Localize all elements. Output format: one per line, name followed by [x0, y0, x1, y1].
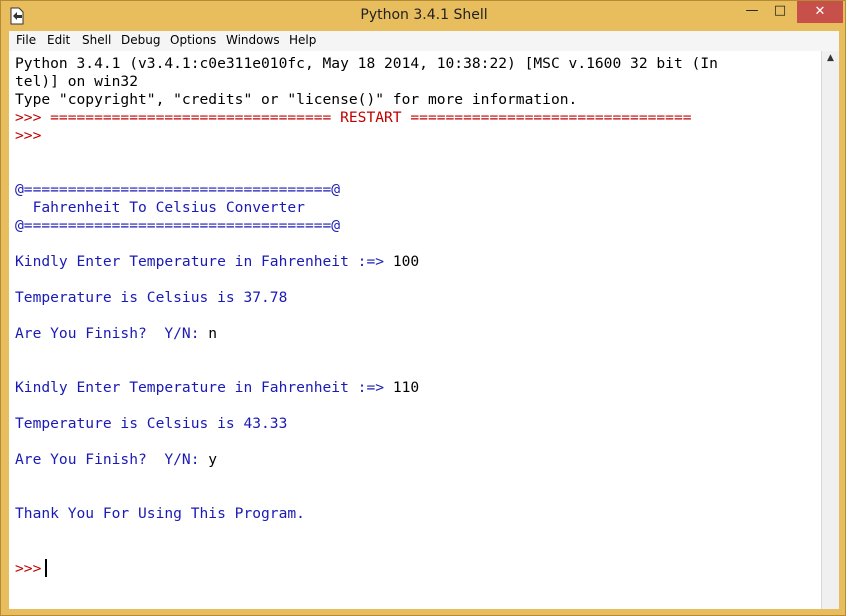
restart-line: >>> ================================ RES…	[15, 109, 692, 126]
maximize-button[interactable]: □	[767, 1, 793, 23]
final-prompt-line[interactable]: >>>	[15, 559, 48, 578]
menu-debug[interactable]: Debug	[121, 33, 160, 47]
input-line-2: Kindly Enter Temperature in Fahrenheit :…	[15, 379, 419, 397]
finish-line-1: Are You Finish? Y/N: n	[15, 325, 217, 343]
menu-edit[interactable]: Edit	[47, 33, 70, 47]
idle-shell-window: Python 3.4.1 Shell — □ ✕ File Edit Shell…	[0, 0, 846, 616]
finish-prompt: Are You Finish? Y/N:	[15, 325, 209, 342]
version-line-1: Python 3.4.1 (v3.4.1:c0e311e010fc, May 1…	[15, 55, 718, 72]
text-cursor	[45, 559, 48, 577]
banner-title: Fahrenheit To Celsius Converter	[15, 199, 305, 216]
final-prompt: >>>	[15, 560, 42, 577]
banner-top: @===================================@	[15, 181, 341, 198]
menu-file[interactable]: File	[16, 33, 36, 47]
finish-prompt: Are You Finish? Y/N:	[15, 451, 209, 468]
minimize-button[interactable]: —	[739, 1, 765, 23]
enter-temperature-prompt: Kindly Enter Temperature in Fahrenheit :…	[15, 253, 393, 270]
user-answer: y	[208, 451, 218, 468]
user-answer: n	[208, 325, 218, 342]
menu-options[interactable]: Options	[170, 33, 216, 47]
user-input-value: 110	[392, 379, 420, 396]
version-line-2: tel)] on win32	[15, 73, 139, 90]
window-title: Python 3.4.1 Shell	[360, 7, 488, 23]
thank-you-line: Thank You For Using This Program.	[15, 505, 305, 522]
shell-text-area[interactable]: Python 3.4.1 (v3.4.1:c0e311e010fc, May 1…	[9, 51, 821, 609]
prompt-line: >>>	[15, 127, 51, 144]
title-bar[interactable]: Python 3.4.1 Shell — □ ✕	[1, 1, 846, 31]
input-line-1: Kindly Enter Temperature in Fahrenheit :…	[15, 253, 419, 271]
menu-shell[interactable]: Shell	[82, 33, 111, 47]
banner-bottom: @===================================@	[15, 217, 341, 234]
menu-windows[interactable]: Windows	[226, 33, 280, 47]
close-button[interactable]: ✕	[797, 1, 843, 23]
finish-line-2: Are You Finish? Y/N: y	[15, 451, 217, 469]
result-line-1: Temperature is Celsius is 37.78	[15, 289, 288, 306]
menu-bar: File Edit Shell Debug Options Windows He…	[9, 31, 839, 51]
vertical-scrollbar[interactable]: ▲	[821, 51, 839, 609]
enter-temperature-prompt: Kindly Enter Temperature in Fahrenheit :…	[15, 379, 393, 396]
info-line: Type "copyright", "credits" or "license(…	[15, 91, 578, 108]
menu-help[interactable]: Help	[289, 33, 316, 47]
result-line-2: Temperature is Celsius is 43.33	[15, 415, 288, 432]
user-input-value: 100	[392, 253, 420, 270]
scroll-up-arrow-icon[interactable]: ▲	[822, 53, 839, 67]
